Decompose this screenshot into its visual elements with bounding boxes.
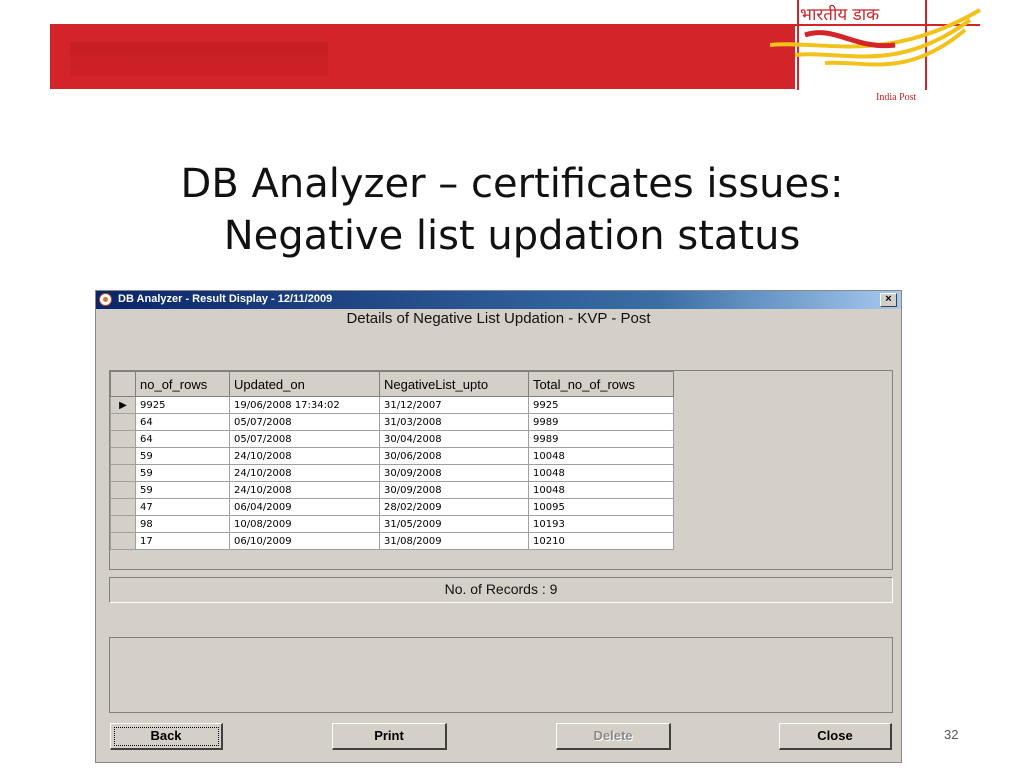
table-cell[interactable]: 9925 [135, 396, 230, 414]
row-selector[interactable] [110, 447, 136, 465]
back-button[interactable]: Back [110, 723, 223, 750]
window-titlebar[interactable]: DB Analyzer - Result Display - 12/11/200… [96, 291, 901, 309]
table-row[interactable]: 98 10/08/2009 31/05/2009 10193 [110, 515, 674, 533]
table-cell[interactable]: 30/09/2008 [379, 464, 529, 482]
table-cell[interactable]: 59 [135, 447, 230, 465]
table-cell[interactable]: 10048 [528, 481, 674, 499]
column-header[interactable]: Updated_on [229, 371, 380, 397]
banner-faded-text [70, 42, 328, 76]
table-cell[interactable]: 9989 [528, 413, 674, 431]
table-cell[interactable]: 98 [135, 515, 230, 533]
result-display-window: DB Analyzer - Result Display - 12/11/200… [95, 290, 902, 763]
table-cell[interactable]: 19/06/2008 17:34:02 [229, 396, 380, 414]
window-title: DB Analyzer - Result Display - 12/11/200… [118, 293, 333, 305]
table-cell[interactable]: 9989 [528, 430, 674, 448]
slide-title: DB Analyzer – certificates issues: Negat… [100, 158, 924, 262]
row-selector[interactable] [110, 413, 136, 431]
record-count: No. of Records : 9 [109, 577, 893, 603]
close-button[interactable]: Close [779, 723, 892, 750]
table-cell[interactable]: 10193 [528, 515, 674, 533]
table-cell[interactable]: 30/06/2008 [379, 447, 529, 465]
table-cell[interactable]: 05/07/2008 [229, 413, 380, 431]
slide-title-line2: Negative list updation status [223, 213, 801, 259]
row-selector[interactable] [110, 498, 136, 516]
table-cell[interactable]: 31/08/2009 [379, 532, 529, 550]
table-cell[interactable]: 64 [135, 413, 230, 431]
column-header[interactable]: Total_no_of_rows [528, 371, 674, 397]
delete-button[interactable]: Delete [556, 723, 671, 750]
row-selector[interactable]: ▶ [110, 396, 136, 414]
india-post-brand-text: India Post [876, 92, 917, 103]
table-cell[interactable]: 10/08/2009 [229, 515, 380, 533]
table-cell[interactable]: 24/10/2008 [229, 464, 380, 482]
table-cell[interactable]: 06/10/2009 [229, 532, 380, 550]
table-cell[interactable]: 47 [135, 498, 230, 516]
table-cell[interactable]: 31/12/2007 [379, 396, 529, 414]
table-cell[interactable]: 10048 [528, 447, 674, 465]
results-grid[interactable]: no_of_rows Updated_on NegativeList_upto … [109, 370, 893, 570]
column-header[interactable]: NegativeList_upto [379, 371, 529, 397]
results-table: no_of_rows Updated_on NegativeList_upto … [110, 371, 674, 550]
app-icon [99, 293, 112, 306]
table-cell[interactable]: 05/07/2008 [229, 430, 380, 448]
table-cell[interactable]: 24/10/2008 [229, 481, 380, 499]
table-cell[interactable]: 59 [135, 464, 230, 482]
message-panel [109, 637, 893, 713]
table-cell[interactable]: 28/02/2009 [379, 498, 529, 516]
table-cell[interactable]: 31/03/2008 [379, 413, 529, 431]
slide-title-line1: DB Analyzer – certificates issues: [180, 161, 844, 207]
table-row[interactable]: 17 06/10/2009 31/08/2009 10210 [110, 532, 674, 550]
print-button[interactable]: Print [332, 723, 447, 750]
page-number: 32 [944, 727, 959, 742]
table-cell[interactable]: 06/04/2009 [229, 498, 380, 516]
table-cell[interactable]: 30/04/2008 [379, 430, 529, 448]
row-selector[interactable] [110, 532, 136, 550]
table-cell[interactable]: 31/05/2009 [379, 515, 529, 533]
table-header-row: no_of_rows Updated_on NegativeList_upto … [110, 371, 674, 397]
table-cell[interactable]: 59 [135, 481, 230, 499]
table-cell[interactable]: 17 [135, 532, 230, 550]
table-row[interactable]: 47 06/04/2009 28/02/2009 10095 [110, 498, 674, 516]
table-cell[interactable]: 10048 [528, 464, 674, 482]
table-cell[interactable]: 10210 [528, 532, 674, 550]
table-cell[interactable]: 64 [135, 430, 230, 448]
table-row[interactable]: 59 24/10/2008 30/06/2008 10048 [110, 447, 674, 465]
row-selector[interactable] [110, 481, 136, 499]
table-cell[interactable]: 30/09/2008 [379, 481, 529, 499]
table-row[interactable]: ▶ 9925 19/06/2008 17:34:02 31/12/2007 9925 [110, 396, 674, 414]
report-heading: Details of Negative List Updation - KVP … [346, 310, 651, 327]
table-cell[interactable]: 10095 [528, 498, 674, 516]
table-cell[interactable]: 24/10/2008 [229, 447, 380, 465]
column-header[interactable]: no_of_rows [135, 371, 230, 397]
table-cell[interactable]: 9925 [528, 396, 674, 414]
row-selector-header [110, 371, 136, 397]
window-close-button[interactable]: × [880, 293, 897, 307]
table-row[interactable]: 59 24/10/2008 30/09/2008 10048 [110, 481, 674, 499]
row-selector[interactable] [110, 464, 136, 482]
row-selector[interactable] [110, 515, 136, 533]
row-selector[interactable] [110, 430, 136, 448]
hindi-brand-text: भारतीय डाक [800, 5, 880, 25]
table-row[interactable]: 64 05/07/2008 30/04/2008 9989 [110, 430, 674, 448]
table-row[interactable]: 64 05/07/2008 31/03/2008 9989 [110, 413, 674, 431]
table-row[interactable]: 59 24/10/2008 30/09/2008 10048 [110, 464, 674, 482]
